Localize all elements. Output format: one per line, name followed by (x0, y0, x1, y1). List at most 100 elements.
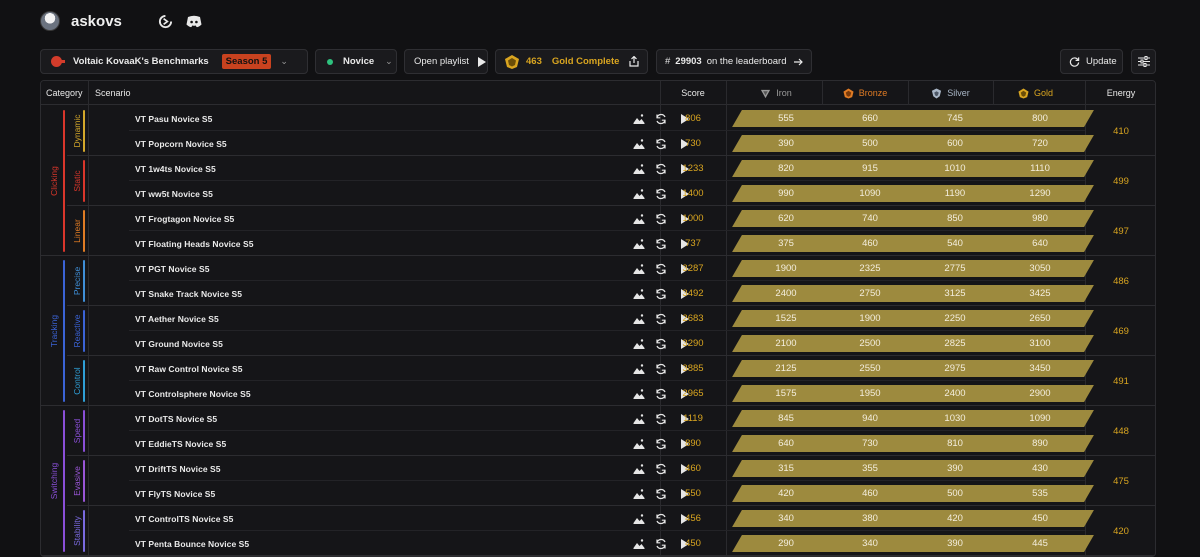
avatar[interactable] (40, 11, 60, 31)
scenario-name[interactable]: VT Floating Heads Novice S5 (135, 231, 254, 256)
image-icon[interactable] (632, 437, 645, 450)
threshold-gold: 3050 (986, 260, 1094, 277)
image-icon[interactable] (632, 187, 645, 200)
sliders-icon (1137, 56, 1150, 67)
leaderboard-label: on the leaderboard (706, 56, 787, 67)
benchmark-title: Voltaic KovaaK's Benchmarks (73, 56, 209, 67)
difficulty-select[interactable]: Novice ⌄ (315, 49, 397, 74)
image-icon[interactable] (632, 362, 645, 375)
table-header: Category Scenario Score Iron Bronze Silv… (41, 81, 1155, 105)
header-rank-gold: Gold (993, 81, 1078, 105)
scenario-name[interactable]: VT ControlTS Novice S5 (135, 506, 233, 531)
scenario-name[interactable]: VT DotTS Novice S5 (135, 406, 217, 431)
scenario-name[interactable]: VT DriftTS Novice S5 (135, 456, 221, 481)
scenario-name[interactable]: VT Controlsphere Novice S5 (135, 381, 251, 406)
scenario-name[interactable]: VT PGT Novice S5 (135, 256, 210, 281)
username[interactable]: askovs (71, 13, 122, 30)
header-scenario: Scenario (95, 88, 131, 98)
scenario-name[interactable]: VT Ground Novice S5 (135, 331, 223, 356)
header-rank-iron: Iron (730, 81, 822, 105)
subcategory-label: Dynamic (72, 114, 82, 148)
threshold-value: 2650 (1029, 313, 1051, 324)
threshold-value: 535 (1032, 488, 1048, 499)
scenario-name[interactable]: VT Popcorn Novice S5 (135, 131, 227, 156)
threshold-gold: 3425 (986, 285, 1094, 302)
table-row: VT Raw Control Novice S5 3885 2125 2550 2975… (129, 356, 1155, 387)
scenario-name[interactable]: VT ww5t Novice S5 (135, 181, 213, 206)
discord-icon[interactable] (186, 13, 202, 29)
image-icon[interactable] (632, 512, 645, 525)
scenario-score: 456 (685, 513, 701, 524)
subcategory-label: Speed (72, 418, 82, 444)
subcategory-cell: Speed (67, 406, 87, 456)
benchmark-select[interactable]: Voltaic KovaaK's Benchmarks Season 5 ⌄ (40, 49, 308, 74)
threshold-value: 430 (1032, 463, 1048, 474)
scenario-name[interactable]: VT Snake Track Novice S5 (135, 281, 242, 306)
column-divider (908, 81, 909, 105)
threshold-gold: 890 (986, 435, 1094, 452)
scenario-score: 806 (685, 113, 701, 124)
gold-complete-label: Gold Complete (551, 56, 620, 67)
scenario-score: 3290 (682, 338, 704, 349)
share-icon[interactable] (629, 56, 640, 67)
table-row: VT DotTS Novice S5 1119 845 940 1030 1090 448 (129, 406, 1155, 437)
image-icon[interactable] (632, 112, 645, 125)
subcategory-cell: Evasive (67, 456, 87, 506)
image-icon[interactable] (632, 537, 645, 550)
scenario-name[interactable]: VT 1w4ts Novice S5 (135, 156, 216, 181)
scenario-name[interactable]: VT Aether Novice S5 (135, 306, 219, 331)
image-icon[interactable] (632, 162, 645, 175)
image-icon[interactable] (632, 412, 645, 425)
scenario-name[interactable]: VT Pasu Novice S5 (135, 106, 212, 131)
subcategory-cell: Static (67, 156, 87, 206)
update-button[interactable]: Update (1060, 49, 1123, 74)
scenario-name[interactable]: VT Raw Control Novice S5 (135, 356, 242, 381)
image-icon[interactable] (632, 287, 645, 300)
scenario-name[interactable]: VT Frogtagon Novice S5 (135, 206, 234, 231)
category-label: Switching (49, 462, 59, 500)
leaderboard-rank-button[interactable]: # 29903 on the leaderboard (656, 49, 812, 74)
image-icon[interactable] (632, 312, 645, 325)
scenario-name[interactable]: VT Penta Bounce Novice S5 (135, 531, 249, 556)
header-score: Score (681, 88, 705, 98)
table-row: VT PGT Novice S5 3287 1900 2325 2775 3050 486 (129, 256, 1155, 287)
settings-button[interactable] (1131, 49, 1156, 74)
scenario-score: 3492 (682, 288, 704, 299)
rank-name-gold: Gold (1033, 88, 1053, 98)
scenario-score: 737 (685, 238, 701, 249)
threshold-value: 720 (1032, 138, 1048, 149)
image-icon[interactable] (632, 237, 645, 250)
image-icon[interactable] (632, 462, 645, 475)
table-row: VT DriftTS Novice S5 460 315 355 390 430 475 (129, 456, 1155, 487)
category-cell: Switching (41, 406, 67, 556)
open-playlist-button[interactable]: Open playlist (404, 49, 488, 74)
gold-complete-badge[interactable]: 463 Gold Complete (495, 49, 648, 74)
threshold-value: 1110 (1030, 163, 1050, 174)
toolbar: Voltaic KovaaK's Benchmarks Season 5 ⌄ N… (40, 49, 1156, 74)
scenario-score: 730 (685, 138, 701, 149)
threshold-value: 1290 (1029, 188, 1051, 199)
subcategory-label: Linear (72, 219, 82, 243)
kovaaks-icon[interactable] (158, 13, 174, 29)
subcategory-color-bar (83, 510, 85, 552)
threshold-value: 2900 (1029, 388, 1051, 399)
image-icon[interactable] (632, 137, 645, 150)
threshold-value: 980 (1032, 213, 1048, 224)
image-icon[interactable] (632, 212, 645, 225)
scenario-score: 3885 (682, 363, 704, 374)
threshold-gold: 2650 (986, 310, 1094, 327)
table-row: VT Aether Novice S5 2683 1525 1900 2250 2650 4… (129, 306, 1155, 337)
image-icon[interactable] (632, 262, 645, 275)
image-icon[interactable] (632, 387, 645, 400)
image-icon[interactable] (632, 487, 645, 500)
chevron-down-icon: ⌄ (385, 56, 393, 66)
benchmark-logo-icon (51, 56, 65, 67)
subcategory-color-bar (83, 410, 85, 452)
category-color-bar (63, 110, 65, 252)
scenario-name[interactable]: VT FlyTS Novice S5 (135, 481, 215, 506)
header-rank-bronze: Bronze (822, 81, 908, 105)
column-divider (88, 81, 89, 556)
image-icon[interactable] (632, 337, 645, 350)
scenario-name[interactable]: VT EddieTS Novice S5 (135, 431, 226, 456)
threshold-value: 3050 (1029, 263, 1051, 274)
